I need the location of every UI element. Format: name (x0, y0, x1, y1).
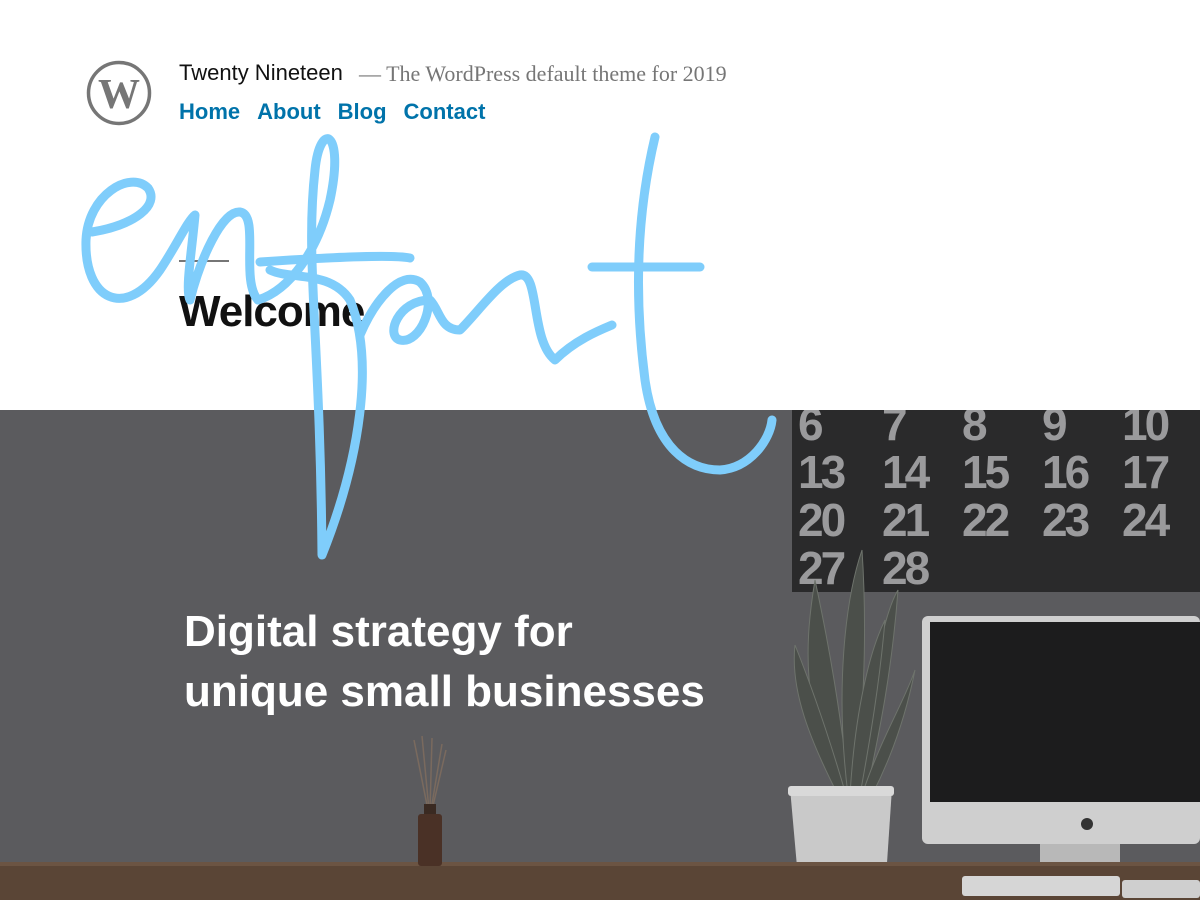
calendar-number: 20 (798, 494, 845, 546)
calendar-number: 13 (798, 446, 845, 498)
keyboard (962, 876, 1120, 896)
site-header: W Twenty Nineteen — The WordPress defaul… (0, 0, 1200, 410)
calendar-number: 9 (1042, 410, 1066, 450)
title-divider (179, 260, 229, 262)
calendar-number: 21 (882, 494, 930, 546)
calendar-number: 28 (882, 542, 930, 594)
calendar-number: 14 (882, 446, 931, 498)
hero-heading-line: Digital strategy for (184, 607, 573, 656)
wordpress-logo-icon[interactable]: W (86, 60, 152, 126)
calendar-number: 15 (962, 446, 1010, 498)
calendar-number: 10 (1122, 410, 1169, 450)
monitor-screen (930, 622, 1200, 802)
calendar-number: 22 (962, 494, 1009, 546)
calendar-number: 27 (798, 542, 845, 594)
nav-blog-link[interactable]: Blog (338, 99, 387, 125)
main-navigation: Home About Blog Contact (179, 99, 485, 125)
calendar-number: 16 (1042, 446, 1089, 498)
nav-home-link[interactable]: Home (179, 99, 240, 125)
site-title[interactable]: Twenty Nineteen (179, 60, 343, 86)
hero-section: 6 7 8 9 10 13 14 15 16 17 20 21 22 23 24… (0, 410, 1200, 900)
calendar-number: 6 (798, 410, 822, 450)
calendar-number: 17 (1122, 446, 1169, 498)
calendar-number: 8 (962, 410, 987, 450)
svg-text:W: W (98, 72, 140, 118)
hero-heading-line: unique small businesses (184, 667, 705, 716)
site-description: — The WordPress default theme for 2019 (359, 61, 727, 86)
nav-about-link[interactable]: About (257, 99, 321, 125)
calendar-number: 24 (1122, 494, 1171, 546)
page-title: Welcome (179, 287, 365, 336)
nav-contact-link[interactable]: Contact (404, 99, 486, 125)
hero-heading: Digital strategy for unique small busine… (184, 602, 705, 722)
calendar-number: 7 (882, 410, 906, 450)
calendar-number: 23 (1042, 494, 1089, 546)
